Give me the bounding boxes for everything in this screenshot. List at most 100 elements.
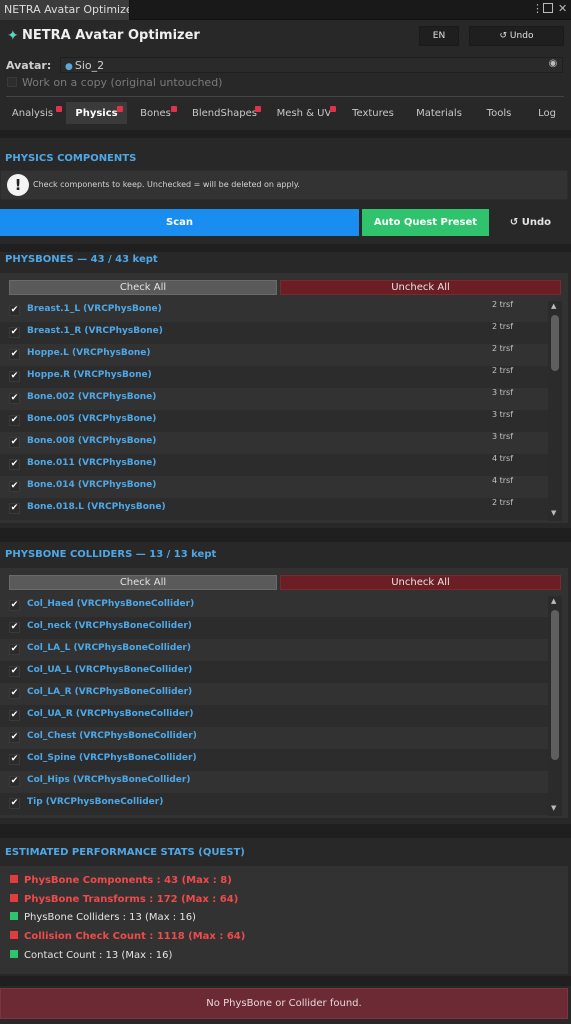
status-square-icon bbox=[10, 894, 18, 902]
list-item[interactable]: ✔ Col_UA_L (VRCPhysBoneCollider) bbox=[0, 661, 548, 683]
scroll-thumb[interactable] bbox=[551, 315, 559, 371]
window-tab-title[interactable]: NETRA Avatar Optimizer bbox=[0, 0, 130, 20]
list-item[interactable]: ✔ Hoppe.L (VRCPhysBone) 2 trsf bbox=[0, 344, 548, 366]
language-button[interactable]: EN bbox=[419, 26, 459, 46]
list-item[interactable]: ✔ Bone.008 (VRCPhysBone) 3 trsf bbox=[0, 432, 548, 454]
keep-checkbox[interactable]: ✔ bbox=[9, 798, 20, 809]
transform-count: 3 trsf bbox=[492, 410, 514, 419]
tab-bones[interactable]: Bones bbox=[130, 102, 181, 124]
list-item[interactable]: ✔ Col_Chest (VRCPhysBoneCollider) bbox=[0, 727, 548, 749]
scroll-down-icon[interactable]: ▼ bbox=[551, 509, 556, 517]
keep-checkbox[interactable]: ✔ bbox=[9, 600, 20, 611]
keep-checkbox[interactable]: ✔ bbox=[9, 393, 20, 404]
tab-textures[interactable]: Textures bbox=[343, 102, 403, 124]
tab-badge bbox=[330, 106, 336, 112]
keep-checkbox[interactable]: ✔ bbox=[9, 327, 20, 338]
stat-physbone-transforms: PhysBone Transforms : 172 (Max : 64) bbox=[10, 894, 238, 905]
scan-button[interactable]: Scan bbox=[0, 209, 359, 236]
list-item[interactable]: ✔ Bone.011 (VRCPhysBone) 4 trsf bbox=[0, 454, 548, 476]
keep-checkbox[interactable]: ✔ bbox=[9, 349, 20, 360]
keep-checkbox[interactable]: ✔ bbox=[9, 644, 20, 655]
keep-checkbox[interactable]: ✔ bbox=[9, 503, 20, 514]
keep-checkbox[interactable]: ✔ bbox=[9, 622, 20, 633]
physbones-panel: Check All Uncheck All ✔ Breast.1_L (VRCPh… bbox=[0, 273, 568, 523]
section-divider bbox=[0, 824, 571, 838]
list-item[interactable]: ✔ Breast.1_L (VRCPhysBone) 2 trsf bbox=[0, 300, 548, 322]
colliders-uncheck-all-button[interactable]: Uncheck All bbox=[280, 575, 561, 590]
list-item[interactable]: ✔ Col_Haed (VRCPhysBoneCollider) bbox=[0, 595, 548, 617]
avatar-value: Sio_2 bbox=[74, 59, 105, 72]
more-options-icon[interactable]: ⋮ bbox=[532, 2, 543, 15]
physbone-name: Hoppe.L (VRCPhysBone) bbox=[27, 348, 151, 358]
keep-checkbox[interactable]: ✔ bbox=[9, 732, 20, 743]
list-item[interactable]: ✔ Col_UA_R (VRCPhysBoneCollider) bbox=[0, 705, 548, 727]
physbones-uncheck-all-button[interactable]: Uncheck All bbox=[280, 280, 561, 295]
tab-log[interactable]: Log bbox=[526, 102, 568, 124]
transform-count: 2 trsf bbox=[492, 300, 514, 309]
object-picker-icon[interactable]: ◉ bbox=[546, 58, 560, 72]
list-item[interactable]: ✔ Col_neck (VRCPhysBoneCollider) bbox=[0, 617, 548, 639]
tab-blendshapes[interactable]: BlendShapes bbox=[184, 102, 265, 124]
close-icon[interactable]: ✕ bbox=[558, 2, 567, 15]
tab-physics[interactable]: Physics bbox=[66, 102, 127, 124]
tab-badge bbox=[255, 106, 261, 112]
list-item[interactable]: ✔ Tip (VRCPhysBoneCollider) bbox=[0, 793, 548, 815]
status-message-bar: No PhysBone or Collider found. bbox=[0, 988, 568, 1019]
physbone-name: Bone.002 (VRCPhysBone) bbox=[27, 392, 157, 402]
list-item[interactable]: ✔ Col_LA_R (VRCPhysBoneCollider) bbox=[0, 683, 548, 705]
list-item[interactable]: ✔ Col_Hips (VRCPhysBoneCollider) bbox=[0, 771, 548, 793]
transform-count: 4 trsf bbox=[492, 454, 514, 463]
window-titlebar: NETRA Avatar Optimizer ⋮ ✕ bbox=[0, 0, 571, 20]
stat-contact-count: Contact Count : 13 (Max : 16) bbox=[10, 950, 172, 961]
tab-tools[interactable]: Tools bbox=[475, 102, 523, 124]
colliders-check-all-button[interactable]: Check All bbox=[9, 575, 277, 590]
keep-checkbox[interactable]: ✔ bbox=[9, 688, 20, 699]
physics-undo-button[interactable]: ↺ Undo bbox=[492, 209, 569, 236]
keep-checkbox[interactable]: ✔ bbox=[9, 666, 20, 677]
tab-badge bbox=[117, 106, 123, 112]
keep-checkbox[interactable]: ✔ bbox=[9, 415, 20, 426]
tab-mesh-uv[interactable]: Mesh & UV bbox=[268, 102, 340, 124]
keep-checkbox[interactable]: ✔ bbox=[9, 305, 20, 316]
scroll-up-icon[interactable]: ▲ bbox=[551, 302, 556, 310]
scroll-thumb[interactable] bbox=[551, 610, 559, 760]
undo-button[interactable]: ↺ Undo bbox=[469, 26, 564, 46]
netra-logo-icon: ✦ bbox=[7, 28, 19, 44]
list-item[interactable]: ✔ Col_Spine (VRCPhysBoneCollider) bbox=[0, 749, 548, 771]
keep-checkbox[interactable]: ✔ bbox=[9, 459, 20, 470]
list-item[interactable]: ✔ Bone.002 (VRCPhysBone) 3 trsf bbox=[0, 388, 548, 410]
colliders-title: PHYSBONE COLLIDERS — 13 / 13 kept bbox=[5, 549, 217, 560]
colliders-panel: Check All Uncheck All ✔ Col_Haed (VRCPhys… bbox=[0, 568, 568, 818]
keep-checkbox[interactable]: ✔ bbox=[9, 710, 20, 721]
section-divider bbox=[0, 528, 571, 542]
keep-checkbox[interactable]: ✔ bbox=[9, 371, 20, 382]
scroll-down-icon[interactable]: ▼ bbox=[551, 804, 556, 812]
keep-checkbox[interactable]: ✔ bbox=[9, 481, 20, 492]
tab-materials[interactable]: Materials bbox=[406, 102, 472, 124]
physbone-name: Bone.008 (VRCPhysBone) bbox=[27, 436, 157, 446]
list-item[interactable]: ✔ Bone.005 (VRCPhysBone) 3 trsf bbox=[0, 410, 548, 432]
colliders-scrollbar[interactable]: ▲ ▼ bbox=[548, 596, 562, 816]
keep-checkbox[interactable]: ✔ bbox=[9, 776, 20, 787]
list-item[interactable]: ✔ Bone.014 (VRCPhysBone) 4 trsf bbox=[0, 476, 548, 498]
auto-quest-preset-button[interactable]: Auto Quest Preset bbox=[362, 209, 489, 236]
work-on-copy-checkbox[interactable] bbox=[7, 77, 17, 87]
maximize-icon[interactable] bbox=[543, 3, 553, 13]
keep-checkbox[interactable]: ✔ bbox=[9, 437, 20, 448]
transform-count: 2 trsf bbox=[492, 498, 514, 507]
collider-name: Col_Chest (VRCPhysBoneCollider) bbox=[27, 731, 197, 741]
keep-checkbox[interactable]: ✔ bbox=[9, 754, 20, 765]
collider-name: Col_Spine (VRCPhysBoneCollider) bbox=[27, 753, 197, 763]
physbones-scrollbar[interactable]: ▲ ▼ bbox=[548, 301, 562, 521]
physbones-check-all-button[interactable]: Check All bbox=[9, 280, 277, 295]
info-box: ! Check components to keep. Unchecked = … bbox=[0, 170, 568, 200]
list-item[interactable]: ✔ Bone.018.L (VRCPhysBone) 2 trsf bbox=[0, 498, 548, 520]
list-item[interactable]: ✔ Hoppe.R (VRCPhysBone) 2 trsf bbox=[0, 366, 548, 388]
list-item[interactable]: ✔ Col_LA_L (VRCPhysBoneCollider) bbox=[0, 639, 548, 661]
tab-analysis[interactable]: Analysis bbox=[2, 102, 63, 124]
avatar-object-field[interactable]: ● Sio_2 ◉ bbox=[60, 57, 563, 73]
list-item[interactable]: ✔ Breast.1_R (VRCPhysBone) 2 trsf bbox=[0, 322, 548, 344]
stats-title: ESTIMATED PERFORMANCE STATS (QUEST) bbox=[5, 847, 245, 858]
scroll-up-icon[interactable]: ▲ bbox=[551, 597, 556, 605]
collider-name: Tip (VRCPhysBoneCollider) bbox=[27, 797, 164, 807]
